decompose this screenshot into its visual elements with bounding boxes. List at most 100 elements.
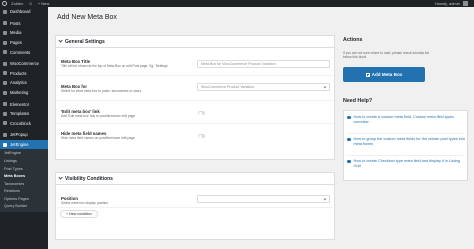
divider — [347, 155, 464, 156]
sidebar-item-label: Products — [10, 70, 27, 76]
help-links-panel: How to create a custom meta field. Custo… — [343, 110, 468, 181]
add-meta-box-button[interactable]: Add Meta Box — [343, 67, 425, 82]
sidebar-item-label: Comments — [10, 49, 31, 55]
need-help-title: Need Help? — [343, 98, 373, 104]
avatar[interactable] — [463, 1, 468, 7]
sidebar-item-label: Posts — [10, 20, 21, 26]
sidebar-item-woocommerce[interactable]: WooCommerce — [0, 59, 48, 69]
sidebar-item-posts[interactable]: Posts — [0, 19, 48, 29]
sidebar-item-label: Analytics — [10, 80, 27, 86]
sidebar-item-label: Templates — [10, 111, 30, 117]
visibility-conditions-header[interactable]: Visibility Conditions — [56, 173, 334, 185]
comments-count[interactable]: 0 — [29, 1, 31, 6]
submenu-item-listings[interactable]: Listings — [0, 158, 48, 166]
archive-icon — [3, 71, 7, 76]
meta-box-title-row: Meta Box Title Title will be shown at th… — [57, 49, 333, 76]
hide-names-desc: Hide meta field names on post/term/user … — [61, 136, 135, 140]
general-settings-panel: General Settings Meta Box Title Title wi… — [55, 35, 335, 160]
elementor-icon — [3, 102, 7, 107]
sidebar-item-label: WooCommerce — [10, 61, 40, 67]
hide-names-toggle[interactable] — [198, 134, 205, 138]
help-link[interactable]: How to group the custom meta fields for … — [347, 137, 465, 146]
add-meta-box-label: Add Meta Box — [371, 72, 403, 77]
chevron-down-icon — [58, 175, 63, 180]
question-icon — [347, 137, 351, 142]
question-icon — [347, 159, 351, 164]
sidebar-item-label: Dashboard — [10, 9, 31, 15]
engine-icon — [3, 142, 7, 147]
popup-icon — [3, 132, 7, 137]
edit-link-row: 'Edit meta box' link Add 'Edit meta box'… — [57, 101, 333, 124]
sidebar-item-products[interactable]: Products — [0, 69, 48, 79]
submenu-item-query-builder[interactable]: Query Builder — [0, 203, 48, 211]
position-select[interactable] — [197, 195, 330, 203]
wordpress-logo-icon[interactable] — [2, 1, 7, 7]
page-title: Add New Meta Box — [57, 14, 117, 21]
position-row: Position Select meta box display positio… — [57, 186, 333, 208]
woocommerce-icon — [3, 61, 7, 66]
help-link-text[interactable]: How to create Checkbox type meta field a… — [354, 159, 466, 168]
sidebar-item-jetengine[interactable]: JetEngine — [0, 139, 48, 150]
admin-sidebar: Dashboard Posts Media Pages Comments Woo… — [0, 7, 48, 249]
meta-box-for-desc: Select for what meta box to posts, taxon… — [61, 89, 142, 93]
sidebar-item-label: JetEngine — [10, 142, 29, 148]
sidebar-item-comments[interactable]: Comments — [0, 47, 48, 57]
help-link-text[interactable]: How to create a custom meta field. Custo… — [354, 115, 466, 124]
sidebar-item-marketing[interactable]: Marketing — [0, 88, 48, 98]
chevron-down-icon — [323, 197, 327, 200]
general-settings-header[interactable]: General Settings — [56, 36, 334, 48]
chevron-down-icon — [58, 38, 63, 43]
question-icon — [347, 115, 351, 120]
sidebar-item-elementor[interactable]: Elementor — [0, 99, 48, 109]
meta-box-for-select[interactable]: WooCommerce Product Variation — [197, 83, 330, 91]
meta-box-title-desc: Title will be shown at the top of Meta B… — [61, 64, 169, 68]
sidebar-item-analytics[interactable]: Analytics — [0, 78, 48, 88]
sidebar-item-dashboard[interactable]: Dashboard — [0, 7, 48, 17]
edit-link-toggle[interactable] — [198, 111, 205, 115]
site-name-link[interactable]: Zolden — [11, 1, 23, 6]
megaphone-icon — [3, 90, 7, 95]
pin-icon — [3, 21, 7, 26]
meta-box-title-input[interactable]: Meta Box for WooCommerce Product Variati… — [197, 60, 330, 68]
sidebar-item-pages[interactable]: Pages — [0, 38, 48, 48]
submenu-item-meta-boxes[interactable]: Meta Boxes — [0, 173, 48, 181]
jetengine-submenu: JetEngine Listings Post Types Meta Boxes… — [0, 149, 48, 213]
sidebar-item-label: Crocoblock — [10, 120, 31, 126]
admin-bar: Zolden 0 + New Howdy, admin — [0, 0, 474, 7]
media-icon — [3, 30, 7, 35]
meta-box-for-row: Meta Box for Select for what meta box to… — [57, 76, 333, 101]
divider — [347, 133, 464, 134]
folder-icon — [3, 111, 7, 116]
comment-icon — [3, 50, 7, 55]
edit-link-desc: Add 'Edit meta box' link to post/term/us… — [61, 114, 136, 118]
position-desc: Select meta box display position. — [61, 201, 110, 205]
sidebar-item-crocoblock[interactable]: Crocoblock — [0, 119, 48, 129]
new-condition-button[interactable]: + New condition — [60, 210, 98, 218]
sidebar-item-label: Media — [10, 30, 22, 36]
submenu-item-post-types[interactable]: Post Types — [0, 166, 48, 174]
sidebar-item-media[interactable]: Media — [0, 28, 48, 38]
chart-icon — [3, 80, 7, 85]
sidebar-item-label: JetPopup — [10, 132, 28, 138]
hide-names-row: Hide meta field names Hide meta field na… — [57, 124, 333, 149]
new-content-link[interactable]: + New — [38, 1, 49, 6]
sidebar-item-label: Elementor — [10, 101, 30, 107]
help-link[interactable]: How to create Checkbox type meta field a… — [347, 159, 465, 168]
submenu-item-jetengine[interactable]: JetEngine — [0, 150, 48, 158]
visibility-conditions-title: Visibility Conditions — [65, 175, 113, 182]
sidebar-item-templates[interactable]: Templates — [0, 109, 48, 119]
crocoblock-icon — [3, 121, 7, 126]
submenu-item-relations[interactable]: Relations — [0, 188, 48, 196]
sidebar-item-label: Marketing — [10, 90, 29, 96]
help-link[interactable]: How to create a custom meta field. Custo… — [347, 115, 465, 124]
dashboard-icon — [3, 9, 7, 14]
user-greeting[interactable]: Howdy, admin — [435, 1, 460, 6]
page-icon — [3, 40, 7, 45]
sidebar-item-label: Pages — [10, 40, 22, 46]
actions-description: If you are not sure where to start, plea… — [343, 51, 429, 59]
submenu-item-taxonomies[interactable]: Taxonomies — [0, 181, 48, 189]
chevron-down-icon — [323, 85, 327, 88]
sidebar-item-jetpopup[interactable]: JetPopup — [0, 130, 48, 140]
help-link-text[interactable]: How to group the custom meta fields for … — [354, 137, 466, 146]
submenu-item-options-pages[interactable]: Options Pages — [0, 196, 48, 204]
